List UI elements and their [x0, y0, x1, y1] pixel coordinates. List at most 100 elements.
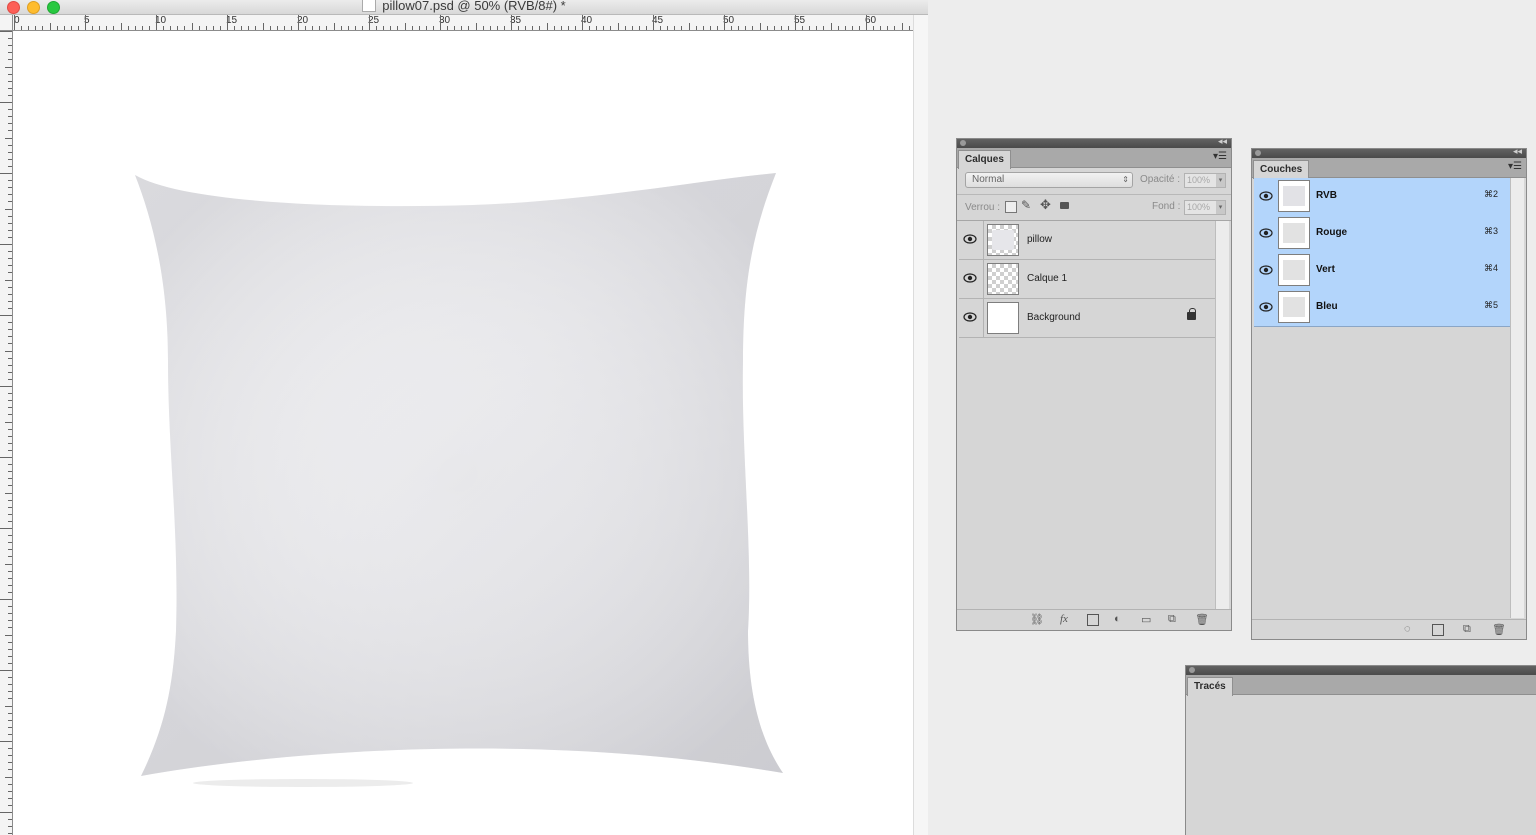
ruler-tick [787, 26, 789, 30]
channel-shortcut: ⌘3 [1483, 226, 1498, 236]
lock-paint-icon[interactable]: ✎ [1021, 198, 1031, 212]
opacity-value: 100% [1187, 175, 1211, 185]
visibility-eye-icon[interactable] [963, 312, 977, 322]
ruler-tick [8, 627, 12, 629]
ruler-tick [8, 677, 12, 679]
load-selection-icon[interactable]: ◌ [1404, 623, 1411, 635]
layer-row-calque-1[interactable]: Calque 1 [959, 260, 1215, 299]
panel-tab-row: Tracés [1186, 675, 1536, 696]
ruler-tick [99, 26, 101, 30]
lock-move-icon[interactable]: ✥ [1040, 197, 1051, 213]
channel-row-bleu[interactable]: Bleu ⌘5 [1254, 289, 1510, 327]
ruler-tick [212, 26, 214, 30]
panel-menu-icon[interactable]: ▾☰ [1213, 151, 1227, 162]
visibility-eye-icon[interactable] [963, 273, 977, 283]
trash-icon[interactable]: 🗑 [1492, 623, 1506, 636]
tab-couches[interactable]: Couches [1253, 160, 1310, 179]
new-layer-icon[interactable]: ⧉ [1168, 613, 1176, 626]
ruler-tick [8, 272, 12, 274]
panel-close-icon[interactable] [1255, 150, 1261, 156]
ruler-tick [8, 428, 12, 430]
layers-scrollbar[interactable] [1215, 221, 1229, 609]
visibility-eye-icon[interactable] [1259, 302, 1273, 312]
fill-field[interactable]: 100% ▾ [1184, 200, 1226, 215]
ruler-tick [0, 173, 12, 174]
ruler-tick [8, 329, 12, 331]
ruler-tick [248, 26, 250, 30]
visibility-eye-icon[interactable] [1259, 191, 1273, 201]
save-selection-icon[interactable] [1432, 624, 1444, 636]
ruler-tick [567, 26, 569, 30]
ruler-tick [8, 577, 12, 579]
trash-icon[interactable]: 🗑 [1195, 613, 1209, 626]
ruler-tick [333, 23, 335, 30]
ruler-tick [106, 26, 108, 30]
link-layers-icon[interactable]: ⛓ [1030, 613, 1044, 626]
layer-thumbnail [987, 224, 1019, 256]
ruler-tick [809, 26, 811, 30]
add-mask-icon[interactable] [1087, 614, 1099, 626]
lock-transparent-icon[interactable] [1005, 201, 1017, 213]
ruler-tick [8, 641, 12, 643]
opacity-dropdown-icon[interactable]: ▾ [1216, 174, 1225, 187]
divider [983, 299, 984, 337]
ruler-tick [802, 26, 804, 30]
ruler-tick [8, 378, 12, 380]
ruler-tick [546, 23, 548, 30]
fx-icon[interactable]: fx [1060, 613, 1068, 625]
layer-row-background[interactable]: Background [959, 299, 1215, 338]
ruler-tick [8, 712, 12, 714]
new-channel-icon[interactable]: ⧉ [1463, 623, 1471, 636]
opacity-field[interactable]: 100% ▾ [1184, 173, 1226, 188]
ruler-tick [5, 705, 12, 707]
tab-traces[interactable]: Tracés [1187, 677, 1233, 696]
channel-row-rvb[interactable]: RVB ⌘2 [1254, 178, 1510, 216]
ruler-tick [844, 26, 846, 30]
ruler-tick [8, 343, 12, 345]
visibility-eye-icon[interactable] [1259, 265, 1273, 275]
ruler-tick [8, 606, 12, 608]
panel-close-icon[interactable] [1189, 667, 1195, 673]
ruler-tick [780, 26, 782, 30]
new-group-icon[interactable]: ▭ [1141, 613, 1151, 626]
ruler-tick [8, 520, 12, 522]
lock-all-icon[interactable] [1060, 202, 1069, 209]
vertical-ruler[interactable] [0, 15, 13, 835]
ruler-tick [8, 442, 12, 444]
ruler-tick [369, 15, 370, 30]
visibility-eye-icon[interactable] [963, 234, 977, 244]
collapse-icon[interactable]: ◂◂ [1218, 136, 1227, 147]
layer-row-pillow[interactable]: pillow [959, 221, 1215, 260]
horizontal-ruler[interactable]: 0 5 10 15 20 25 30 35 40 45 50 55 60 [12, 15, 913, 31]
ruler-tick [8, 755, 12, 757]
ruler-tick [709, 26, 711, 30]
channel-row-vert[interactable]: Vert ⌘4 [1254, 252, 1510, 290]
fill-dropdown-icon[interactable]: ▾ [1216, 201, 1225, 214]
visibility-eye-icon[interactable] [1259, 228, 1273, 238]
ruler-tick [8, 513, 12, 515]
ruler-tick [8, 322, 12, 324]
blend-mode-select[interactable]: Normal ⇕ [965, 172, 1133, 188]
ruler-tick [148, 26, 150, 30]
ruler-tick [8, 414, 12, 416]
channel-row-rouge[interactable]: Rouge ⌘3 [1254, 215, 1510, 253]
adjustment-layer-icon[interactable]: ◐ [1114, 613, 1121, 625]
ruler-tick [795, 15, 796, 30]
ruler-tick [489, 26, 491, 30]
channels-list: RVB ⌘2 Rouge ⌘3 Vert ⌘4 Bleu ⌘5 [1252, 178, 1510, 618]
tab-calques[interactable]: Calques [958, 150, 1011, 169]
document-vertical-scrollbar[interactable] [913, 15, 928, 835]
channels-scrollbar[interactable] [1510, 178, 1524, 618]
ruler-tick [0, 457, 12, 458]
channel-thumbnail [1278, 291, 1310, 323]
image-canvas[interactable] [13, 31, 913, 835]
panel-menu-icon[interactable]: ▾☰ [1508, 161, 1522, 172]
ruler-tick [0, 244, 12, 245]
collapse-icon[interactable]: ◂◂ [1513, 146, 1522, 157]
ruler-origin[interactable] [0, 15, 13, 31]
ruler-tick [8, 499, 12, 501]
ruler-tick [397, 26, 399, 30]
pillow-image [135, 173, 783, 787]
ruler-tick [8, 506, 12, 508]
panel-close-icon[interactable] [960, 140, 966, 146]
